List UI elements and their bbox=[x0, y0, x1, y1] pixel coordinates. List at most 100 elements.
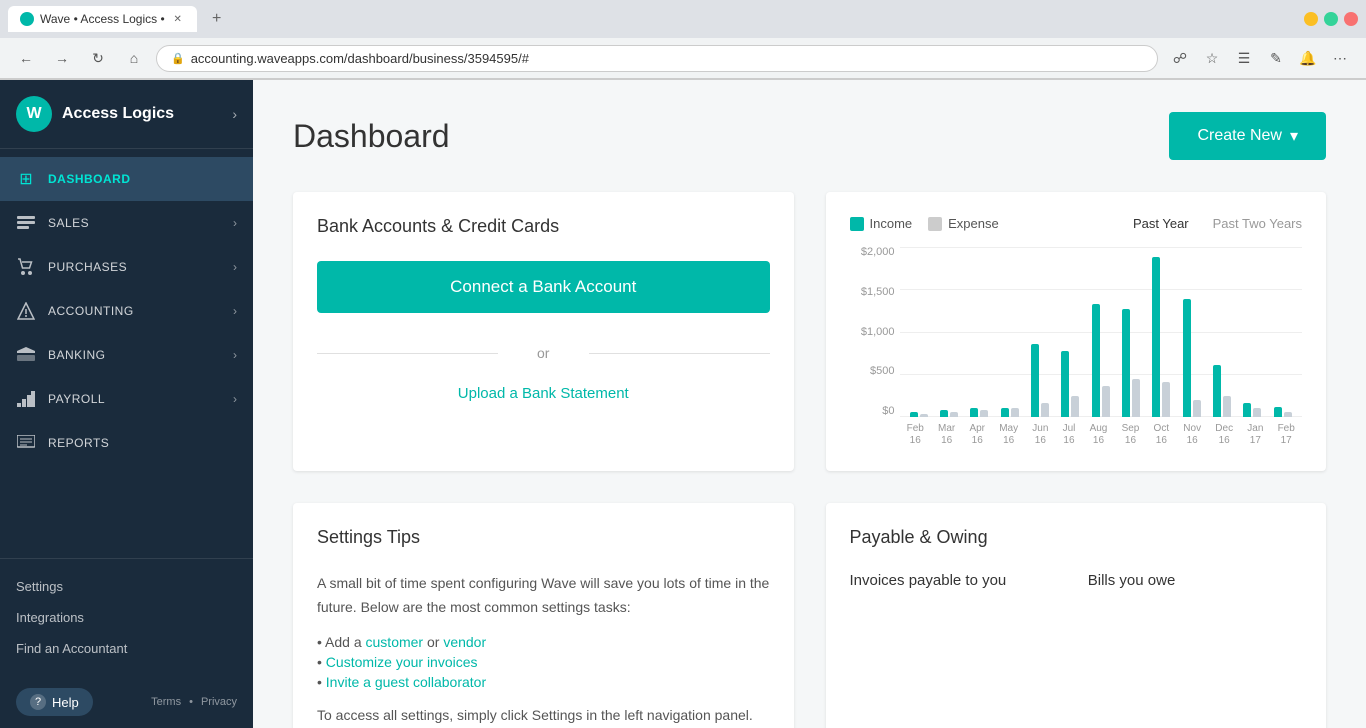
sidebar-item-sales[interactable]: SALES › bbox=[0, 201, 253, 245]
settings-tips-intro: A small bit of time spent configuring Wa… bbox=[317, 572, 770, 620]
footer-separator: • bbox=[189, 696, 193, 708]
reload-button[interactable]: ↻ bbox=[84, 44, 112, 72]
close-window-button[interactable] bbox=[1344, 12, 1358, 26]
sidebar-item-settings[interactable]: Settings bbox=[0, 571, 253, 602]
bar-group-0 bbox=[910, 412, 928, 417]
bar-group-6 bbox=[1092, 304, 1110, 417]
income-bar-2 bbox=[970, 408, 978, 417]
x-label-9: Nov16 bbox=[1183, 423, 1201, 447]
purchases-icon bbox=[16, 257, 36, 277]
window-controls bbox=[1304, 12, 1358, 26]
income-bar-5 bbox=[1061, 351, 1069, 417]
sidebar-item-reports[interactable]: REPORTS bbox=[0, 421, 253, 465]
settings-tips-list: Add a customer or vendor Customize your … bbox=[317, 632, 770, 692]
accounting-expand-arrow: › bbox=[233, 304, 237, 318]
bar-group-4 bbox=[1031, 344, 1049, 417]
sidebar-item-dashboard[interactable]: ⊞ DASHBOARD bbox=[0, 157, 253, 201]
settings-tips-outro: To access all settings, simply click Set… bbox=[317, 704, 770, 728]
url-bar[interactable]: 🔒 accounting.waveapps.com/dashboard/busi… bbox=[156, 45, 1158, 72]
x-label-3: May16 bbox=[999, 423, 1018, 447]
devtools-button[interactable]: ✎ bbox=[1262, 44, 1290, 72]
bar-group-1 bbox=[940, 410, 958, 417]
expense-bar-4 bbox=[1041, 403, 1049, 417]
bank-accounts-title: Bank Accounts & Credit Cards bbox=[317, 216, 770, 237]
payable-grid: Invoices payable to you Bills you owe bbox=[850, 572, 1303, 597]
vendor-link[interactable]: vendor bbox=[443, 634, 486, 650]
x-label-10: Dec16 bbox=[1215, 423, 1233, 447]
sidebar-label-dashboard: DASHBOARD bbox=[48, 172, 131, 186]
expense-bar-3 bbox=[1011, 408, 1019, 417]
minimize-button[interactable] bbox=[1304, 12, 1318, 26]
sidebar-item-banking[interactable]: BANKING › bbox=[0, 333, 253, 377]
browser-chrome: Wave • Access Logics • ✕ + ← → ↻ ⌂ 🔒 acc… bbox=[0, 0, 1366, 80]
sidebar-item-integrations[interactable]: Integrations bbox=[0, 602, 253, 633]
sidebar-item-payroll[interactable]: PAYROLL › bbox=[0, 377, 253, 421]
settings-tips-card: Settings Tips A small bit of time spent … bbox=[293, 503, 794, 728]
sidebar-header: W Access Logics › bbox=[0, 80, 253, 149]
x-label-2: Apr16 bbox=[969, 423, 985, 447]
income-bar-4 bbox=[1031, 344, 1039, 417]
chart-period-selector: Past Year Past Two Years bbox=[1133, 216, 1302, 231]
expense-bar-0 bbox=[920, 414, 928, 417]
forward-button[interactable]: → bbox=[48, 44, 76, 72]
sidebar-item-accounting[interactable]: ACCOUNTING › bbox=[0, 289, 253, 333]
invoices-payable-title: Invoices payable to you bbox=[850, 572, 1064, 589]
connect-bank-button[interactable]: Connect a Bank Account bbox=[317, 261, 770, 313]
more-button[interactable]: ⋯ bbox=[1326, 44, 1354, 72]
home-button[interactable]: ⌂ bbox=[120, 44, 148, 72]
income-bar-9 bbox=[1183, 299, 1191, 417]
x-label-0: Feb16 bbox=[907, 423, 924, 447]
customer-link[interactable]: customer bbox=[366, 634, 424, 650]
privacy-link[interactable]: Privacy bbox=[201, 696, 237, 708]
company-name[interactable]: Access Logics bbox=[62, 105, 174, 123]
income-bar-chart: $2,000 $1,500 $1,000 $500 $0 bbox=[850, 247, 1303, 447]
bar-group-3 bbox=[1001, 408, 1019, 417]
y-axis: $2,000 $1,500 $1,000 $500 $0 bbox=[850, 247, 895, 417]
wave-logo-icon: W bbox=[16, 96, 52, 132]
income-bar-6 bbox=[1092, 304, 1100, 417]
chart-legend: Income Expense bbox=[850, 216, 999, 231]
new-tab-button[interactable]: + bbox=[205, 7, 229, 31]
payable-owing-card: Payable & Owing Invoices payable to you … bbox=[826, 503, 1327, 728]
x-label-5: Jul16 bbox=[1063, 423, 1076, 447]
customize-invoices-link[interactable]: Customize your invoices bbox=[326, 654, 478, 670]
sidebar-collapse-chevron[interactable]: › bbox=[232, 106, 237, 122]
reader-view-button[interactable]: ☍ bbox=[1166, 44, 1194, 72]
income-bar-0 bbox=[910, 412, 918, 417]
accounting-icon bbox=[16, 301, 36, 321]
browser-title-bar: Wave • Access Logics • ✕ + bbox=[0, 0, 1366, 38]
maximize-button[interactable] bbox=[1324, 12, 1338, 26]
past-year-button[interactable]: Past Year bbox=[1133, 216, 1189, 231]
sidebar-item-purchases[interactable]: PURCHASES › bbox=[0, 245, 253, 289]
banking-icon bbox=[16, 345, 36, 365]
reports-icon bbox=[16, 433, 36, 453]
sidebar-label-reports: REPORTS bbox=[48, 436, 109, 450]
bar-group-8 bbox=[1152, 257, 1170, 417]
logo-letter: W bbox=[26, 105, 41, 123]
bookmark-button[interactable]: ☆ bbox=[1198, 44, 1226, 72]
bar-group-5 bbox=[1061, 351, 1079, 417]
x-label-4: Jun16 bbox=[1032, 423, 1048, 447]
bank-accounts-card: Bank Accounts & Credit Cards Connect a B… bbox=[293, 192, 794, 471]
sidebar-footer: ? Help Terms • Privacy bbox=[0, 676, 253, 728]
past-two-years-button[interactable]: Past Two Years bbox=[1213, 216, 1302, 231]
app-container: W Access Logics › ⊞ DASHBOARD SALES › bbox=[0, 80, 1366, 728]
terms-link[interactable]: Terms bbox=[151, 696, 181, 708]
notifications-button[interactable]: 🔔 bbox=[1294, 44, 1322, 72]
browser-toolbar: ← → ↻ ⌂ 🔒 accounting.waveapps.com/dashbo… bbox=[0, 38, 1366, 79]
income-legend-label: Income bbox=[870, 216, 913, 231]
bar-group-10 bbox=[1213, 365, 1231, 417]
create-new-button[interactable]: Create New ▾ bbox=[1169, 112, 1326, 160]
sidebar-item-find-accountant[interactable]: Find an Accountant bbox=[0, 633, 253, 664]
x-label-6: Aug16 bbox=[1090, 423, 1108, 447]
url-text: accounting.waveapps.com/dashboard/busine… bbox=[191, 51, 529, 66]
menu-button[interactable]: ☰ bbox=[1230, 44, 1258, 72]
tab-close-button[interactable]: ✕ bbox=[171, 12, 185, 26]
expense-bar-12 bbox=[1284, 412, 1292, 417]
help-button[interactable]: ? Help bbox=[16, 688, 93, 716]
invite-collaborator-link[interactable]: Invite a guest collaborator bbox=[326, 674, 486, 690]
back-button[interactable]: ← bbox=[12, 44, 40, 72]
expense-dot bbox=[928, 217, 942, 231]
browser-tab[interactable]: Wave • Access Logics • ✕ bbox=[8, 6, 197, 32]
upload-bank-statement-link[interactable]: Upload a Bank Statement bbox=[317, 377, 770, 410]
